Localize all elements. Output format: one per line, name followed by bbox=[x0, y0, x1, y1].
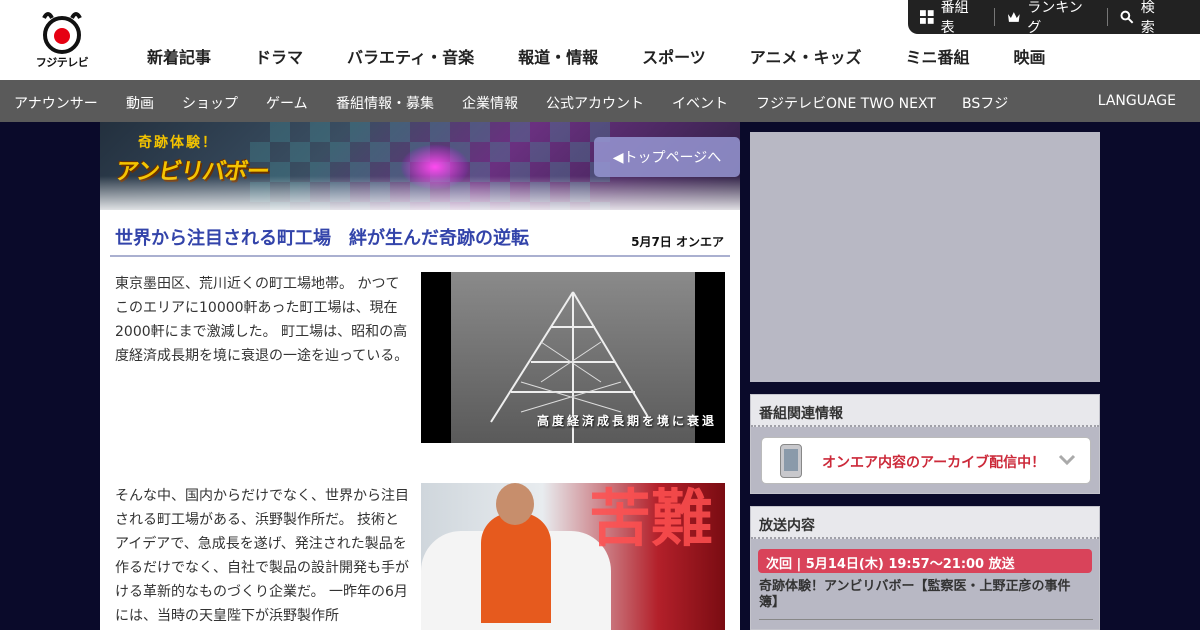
utility-program-guide[interactable]: 番組表 bbox=[908, 0, 994, 36]
article-column: 奇跡体験！ アンビリバボー ◀トップページへ 世界から注目される町工場 絆が生ん… bbox=[100, 122, 740, 630]
banner-glow bbox=[400, 144, 470, 190]
main-nav-sports[interactable]: スポーツ bbox=[620, 44, 728, 68]
main-nav-variety-music[interactable]: バラエティ・音楽 bbox=[325, 44, 496, 68]
language-selector[interactable]: LANGUAGE bbox=[1098, 93, 1176, 109]
sub-nav-shop[interactable]: ショップ bbox=[182, 93, 238, 113]
sub-nav-official-accounts[interactable]: 公式アカウント bbox=[546, 93, 644, 113]
logo-text: フジテレビ bbox=[35, 56, 89, 69]
person-shape bbox=[481, 513, 551, 623]
broadcast-box: 放送内容 次回 | 5月14日(木) 19:57～21:00 放送 奇跡体験！ア… bbox=[750, 506, 1100, 630]
main-nav-movies[interactable]: 映画 bbox=[991, 44, 1067, 68]
main-nav: 新着記事 ドラマ バラエティ・音楽 報道・情報 スポーツ アニメ・キッズ ミニ番… bbox=[125, 44, 1068, 68]
title-divider bbox=[110, 255, 730, 257]
grid-icon bbox=[919, 10, 934, 24]
next-broadcast-badge: 次回 | 5月14日(木) 19:57～21:00 放送 bbox=[758, 549, 1092, 573]
article-image-tower: 高度経済成長期を境に衰退 bbox=[421, 272, 725, 443]
sub-nav: アナウンサー 動画 ショップ ゲーム 番組情報・募集 企業情報 公式アカウント … bbox=[0, 80, 1200, 122]
person-head bbox=[496, 483, 534, 525]
article-paragraph: 東京墨田区、荒川近くの町工場地帯。 かつてこのエリアに10000軒あった町工場は… bbox=[115, 276, 409, 364]
sub-nav-events[interactable]: イベント bbox=[672, 93, 728, 113]
fujitv-eye-icon bbox=[42, 12, 82, 54]
sub-nav-games[interactable]: ゲーム bbox=[266, 93, 308, 113]
archive-link[interactable]: オンエア内容のアーカイブ配信中！ bbox=[761, 437, 1091, 484]
utility-label: 検索 bbox=[1140, 0, 1155, 36]
chevron-down-icon bbox=[1058, 454, 1076, 466]
site-header: フジテレビ 番組表 ランキング 検索 新着記事 ドラマ バラエティ・音楽 報道・… bbox=[0, 0, 1200, 80]
broadcast-heading: 放送内容 bbox=[751, 507, 1099, 539]
sub-nav-announcers[interactable]: アナウンサー bbox=[14, 93, 98, 113]
next-broadcast-title[interactable]: 奇跡体験！アンビリバボー【監察医・上野正彦の事件簿】 bbox=[759, 579, 1079, 611]
article-paragraph: そんな中、国内からだけでなく、世界から注目される町工場がある、浜野製作所だ。 技… bbox=[115, 488, 409, 624]
utility-bar: 番組表 ランキング 検索 bbox=[908, 0, 1200, 36]
utility-label: ランキング bbox=[1027, 0, 1083, 36]
main-nav-news-info[interactable]: 報道・情報 bbox=[496, 44, 620, 68]
utility-label: 番組表 bbox=[940, 0, 969, 36]
image-overlay-text: 苦難 bbox=[588, 483, 713, 555]
crown-icon bbox=[1007, 12, 1020, 22]
sub-nav-video[interactable]: 動画 bbox=[126, 93, 154, 113]
utility-search[interactable]: 検索 bbox=[1107, 0, 1180, 36]
sub-nav-one-two-next[interactable]: フジテレビONE TWO NEXT bbox=[756, 93, 936, 113]
banner-subtitle: 奇跡体験！ bbox=[138, 135, 218, 151]
sub-nav-program-info[interactable]: 番組情報・募集 bbox=[336, 93, 434, 113]
article-image-vehicle: 苦難 bbox=[421, 483, 725, 630]
image-caption: 高度経済成長期を境に衰退 bbox=[536, 414, 717, 428]
search-icon bbox=[1120, 10, 1134, 24]
main-nav-anime-kids[interactable]: アニメ・キッズ bbox=[728, 44, 884, 68]
main-nav-new-articles[interactable]: 新着記事 bbox=[125, 44, 233, 68]
smartphone-icon bbox=[780, 444, 802, 478]
article-title: 世界から注目される町工場 絆が生んだ奇跡の逆転 bbox=[115, 228, 529, 249]
broadcast-divider bbox=[759, 619, 1093, 620]
main-nav-drama[interactable]: ドラマ bbox=[233, 44, 325, 68]
sub-nav-bs-fuji[interactable]: BSフジ bbox=[962, 93, 1008, 113]
fujitv-logo[interactable]: フジテレビ bbox=[30, 8, 94, 69]
archive-label: オンエア内容のアーカイブ配信中！ bbox=[822, 455, 1046, 471]
sub-nav-corporate[interactable]: 企業情報 bbox=[462, 93, 518, 113]
top-page-button[interactable]: ◀トップページへ bbox=[594, 137, 740, 177]
ad-slot bbox=[750, 132, 1100, 382]
utility-ranking[interactable]: ランキング bbox=[993, 0, 1108, 36]
main-nav-mini-programs[interactable]: ミニ番組 bbox=[883, 44, 991, 68]
related-info-heading: 番組関連情報 bbox=[751, 395, 1099, 427]
related-info-box: 番組関連情報 オンエア内容のアーカイブ配信中！ bbox=[750, 394, 1100, 494]
onair-date: 5月7日 オンエア bbox=[631, 235, 724, 249]
banner-title: アンビリバボー bbox=[113, 159, 271, 185]
